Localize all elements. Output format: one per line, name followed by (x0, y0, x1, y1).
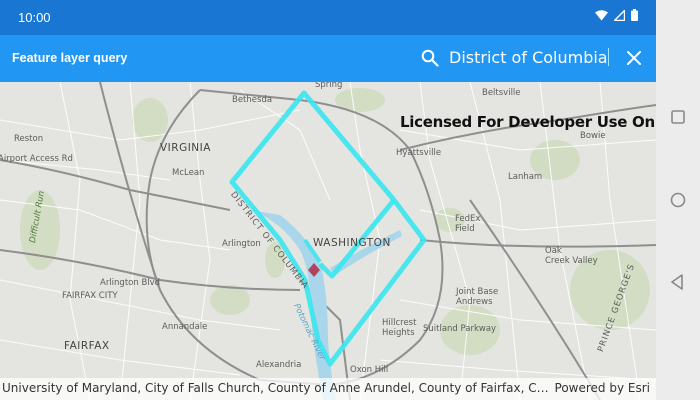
powered-by-esri: Powered by Esri (554, 381, 650, 395)
map-label-fairfax-city: FAIRFAX CITY (62, 291, 118, 301)
map-label-alexandria: Alexandria (256, 360, 302, 370)
signal-icon (614, 9, 625, 21)
status-time: 10:00 (18, 10, 51, 25)
home-circle-icon[interactable] (667, 189, 689, 211)
status-icons (595, 9, 638, 21)
map-label-fedex-field: FedEx Field (455, 214, 481, 234)
map-label-lanham: Lanham (508, 172, 543, 182)
search-input-value: District of Columbia (449, 48, 608, 67)
map-label-annandale: Annandale (162, 322, 208, 332)
map-label-hyattsville: Hyattsville (396, 148, 442, 158)
page-title: Feature layer query (12, 51, 128, 65)
map-label-oxon-hill: Oxon Hill (350, 365, 389, 375)
app-bar: Feature layer query District of Columbia (0, 35, 656, 82)
map-label-spring: Spring (315, 82, 343, 90)
map-label-reston: Reston (14, 134, 44, 144)
search-input[interactable]: District of Columbia (449, 48, 609, 67)
status-bar: 10:00 (0, 0, 656, 35)
map-label-bethesda: Bethesda (232, 95, 273, 105)
map-label-beltsville: Beltsville (482, 88, 521, 98)
map-attribution: University of Maryland, City of Falls Ch… (0, 378, 656, 400)
map-label-oak-creek: Oak Creek Valley (545, 246, 598, 266)
map-label-joint-base: Joint Base Andrews (456, 287, 499, 307)
text-cursor (607, 48, 609, 66)
map-label-mclean: McLean (172, 168, 205, 178)
map-label-washington: WASHINGTON (313, 237, 391, 249)
back-triangle-icon[interactable] (667, 271, 689, 293)
map-label-bowie: Bowie (580, 131, 606, 141)
license-watermark: Licensed For Developer Use Only (400, 113, 656, 131)
search-icon[interactable] (421, 49, 439, 67)
map-label-virginia: VIRGINIA (160, 142, 211, 154)
recent-square-icon[interactable] (667, 106, 689, 128)
map-label-fairfax: FAIRFAX (64, 340, 110, 352)
wifi-icon (595, 9, 608, 20)
map-label-suitland: Suitland Parkway (423, 324, 497, 334)
map-label-arlington: Arlington (222, 239, 261, 249)
close-icon[interactable] (624, 48, 644, 68)
attribution-text: University of Maryland, City of Falls Ch… (2, 381, 554, 395)
battery-icon (631, 9, 638, 21)
map-label-arlington-blvd: Arlington Blvd (100, 278, 161, 288)
map-view[interactable]: Licensed For Developer Use Only Spring B… (0, 82, 656, 400)
map-label-access-rd: Airport Access Rd (0, 154, 73, 164)
system-nav-bar (656, 0, 700, 400)
